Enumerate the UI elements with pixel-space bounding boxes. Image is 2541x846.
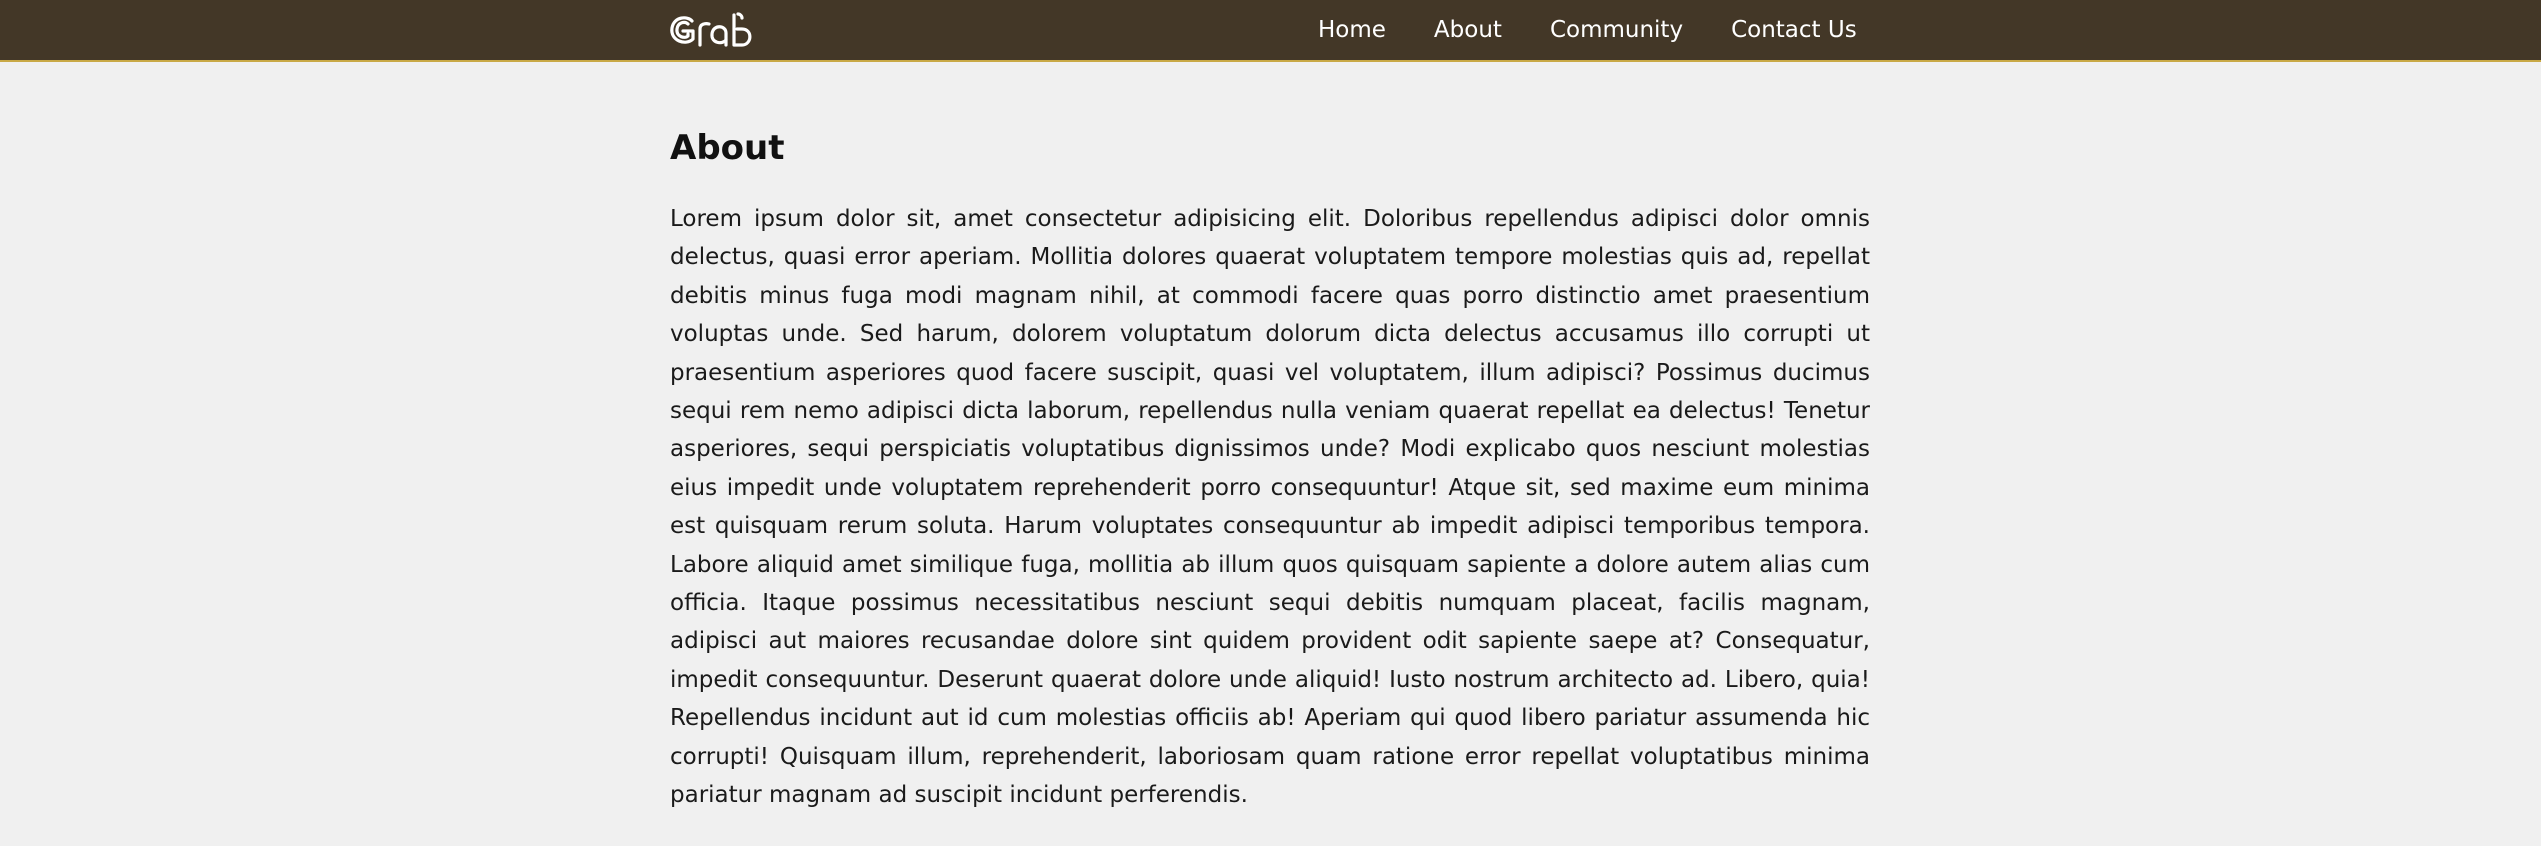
about-body-text: Lorem ipsum dolor sit, amet consectetur … bbox=[670, 206, 1870, 809]
main-content: About Lorem ipsum dolor sit, amet consec… bbox=[670, 128, 1870, 815]
grab-logo[interactable] bbox=[668, 9, 776, 51]
page-title: About bbox=[670, 128, 785, 168]
nav-link-contact-us[interactable]: Contact Us bbox=[1731, 17, 1857, 43]
top-navbar: Home About Community Contact Us bbox=[0, 0, 2541, 62]
main-nav: Home About Community Contact Us bbox=[1318, 0, 1857, 60]
nav-link-community[interactable]: Community bbox=[1550, 17, 1683, 43]
grab-logo-icon bbox=[670, 12, 752, 47]
nav-link-home[interactable]: Home bbox=[1318, 17, 1386, 43]
nav-link-about[interactable]: About bbox=[1434, 17, 1502, 43]
